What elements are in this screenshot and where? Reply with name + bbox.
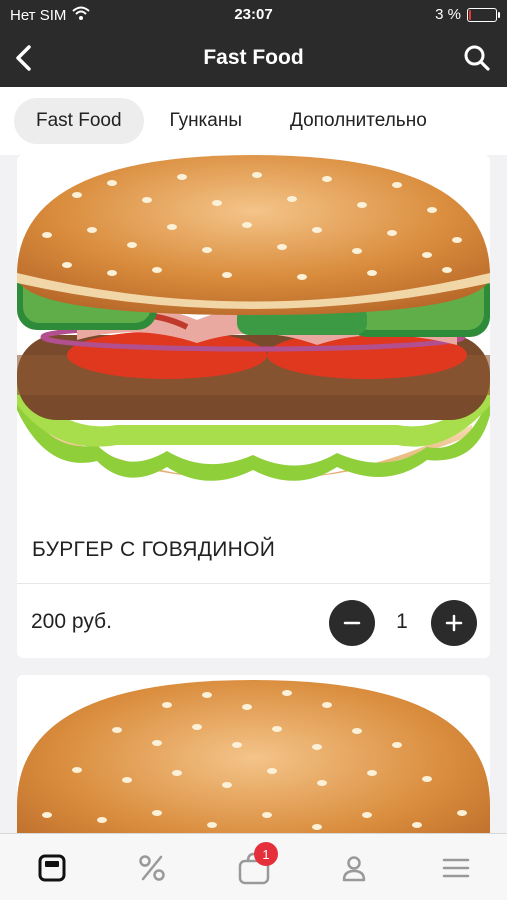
minus-icon: [343, 621, 361, 625]
cart-badge: 1: [254, 842, 278, 866]
tab-menu[interactable]: [32, 848, 72, 888]
product-price: 200 руб.: [31, 610, 112, 633]
battery-label: 3 %: [435, 6, 461, 23]
nav-bar: Fast Food: [0, 30, 507, 87]
tab-additional[interactable]: Дополнительно: [268, 98, 449, 144]
tab-profile[interactable]: [334, 848, 374, 888]
product-card[interactable]: [17, 675, 490, 833]
category-tabs: Fast Food Гунканы Дополнительно: [0, 87, 507, 155]
status-time: 23:07: [234, 6, 273, 23]
divider: [17, 583, 490, 584]
tab-fast-food[interactable]: Fast Food: [14, 98, 144, 144]
tab-promo[interactable]: [132, 848, 172, 888]
bottom-tab-bar: 1: [0, 833, 507, 900]
tab-more[interactable]: [436, 848, 476, 888]
percent-icon: [139, 855, 165, 881]
plus-icon: [445, 614, 463, 632]
status-bar: Нет SIM 23:07 3 %: [0, 0, 507, 30]
battery-icon: [467, 7, 500, 22]
search-button[interactable]: [461, 42, 493, 74]
burger-image: [17, 675, 490, 833]
burger-image: [17, 155, 490, 515]
hamburger-icon: [442, 858, 470, 878]
profile-icon: [342, 856, 366, 882]
menu-icon: [38, 854, 66, 882]
product-list: БУРГЕР С ГОВЯДИНОЙ 200 руб. 1: [0, 155, 507, 833]
product-title: БУРГЕР С ГОВЯДИНОЙ: [32, 538, 276, 561]
tab-cart[interactable]: 1: [234, 842, 278, 888]
quantity-value: 1: [396, 610, 408, 633]
page-title: Fast Food: [203, 46, 304, 69]
tab-gunkany[interactable]: Гунканы: [148, 98, 264, 144]
increase-quantity-button[interactable]: [431, 600, 477, 646]
decrease-quantity-button[interactable]: [329, 600, 375, 646]
product-card[interactable]: БУРГЕР С ГОВЯДИНОЙ 200 руб. 1: [17, 155, 490, 658]
search-icon: [464, 45, 490, 71]
